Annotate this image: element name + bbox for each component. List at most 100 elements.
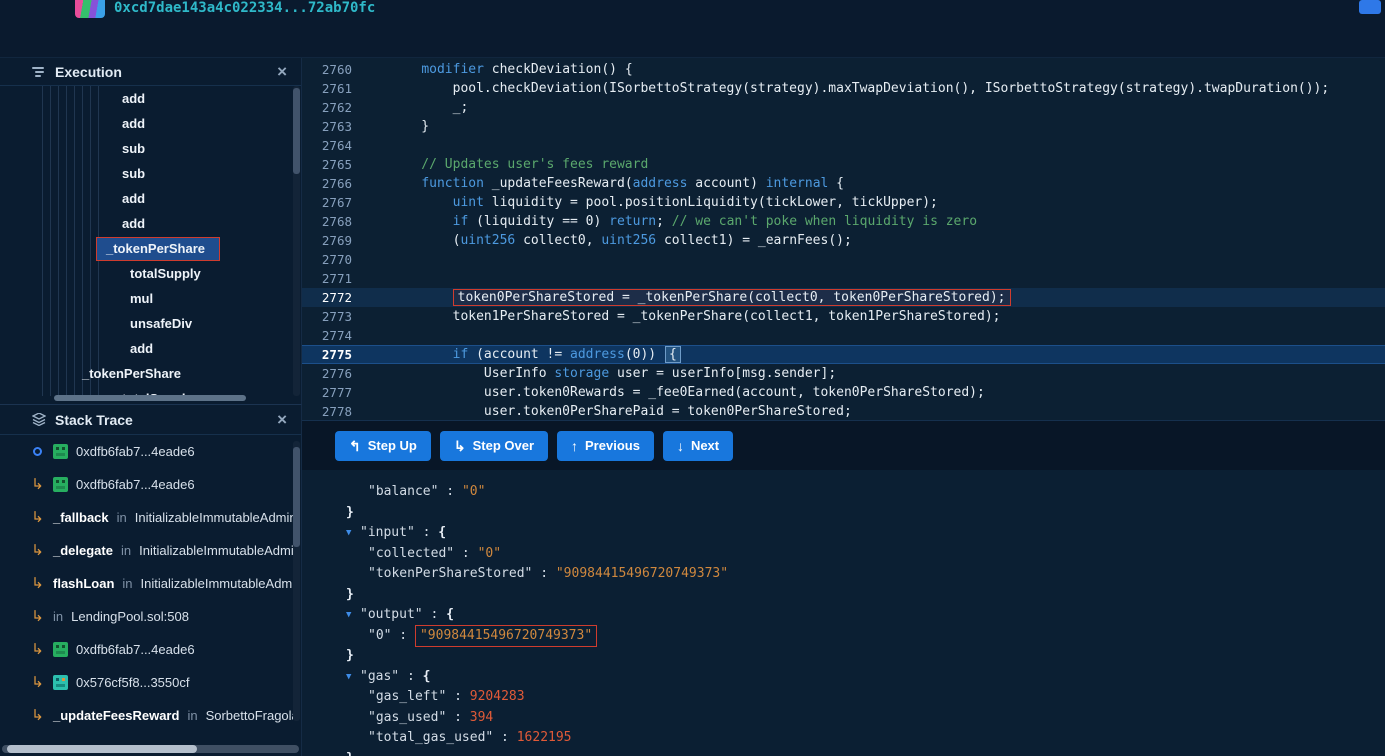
code-text: // Updates user's fees reward — [352, 155, 648, 174]
stack-horizontal-scrollbar[interactable] — [2, 745, 299, 753]
code-text: UserInfo storage user = userInfo[msg.sen… — [352, 364, 836, 383]
code-line: 2761 pool.checkDeviation(ISorbettoStrate… — [302, 79, 1385, 98]
code-text: (uint256 collect0, uint256 collect1) = _… — [352, 231, 852, 250]
stack-trace-close-icon[interactable]: × — [277, 411, 287, 428]
state-line: "gas_used" : 394 — [302, 708, 1385, 729]
code-token: (liquidity == 0) — [468, 214, 610, 229]
code-line: 2768 if (liquidity == 0) return; // we c… — [302, 212, 1385, 231]
code-text: function _updateFeesReward(address accou… — [352, 174, 844, 193]
stack-trace-item[interactable]: ↳ _delegate in InitializableImmutableAdminU — [0, 534, 293, 567]
stack-trace-item[interactable]: ↳ _updateFeesReward in SorbettoFragola.sol — [0, 699, 293, 732]
keyword-token: uint256 — [460, 233, 516, 248]
execution-item[interactable]: add — [0, 336, 293, 361]
collapse-triangle-icon[interactable]: ▼ — [346, 605, 360, 626]
execution-item[interactable]: _tokenPerShare — [0, 236, 293, 261]
execution-item-label: _tokenPerShare — [82, 366, 181, 381]
browser-corner-icon[interactable] — [1359, 0, 1381, 14]
execution-item[interactable]: sub — [0, 161, 293, 186]
state-key: "gas_used" — [368, 709, 447, 725]
return-arrow-icon: ↳ — [30, 477, 45, 492]
line-number[interactable]: 2763 — [302, 117, 352, 136]
line-number[interactable]: 2768 — [302, 212, 352, 231]
contract-teal-icon — [53, 675, 68, 690]
scrollbar-thumb[interactable] — [293, 447, 300, 547]
execution-vertical-scrollbar[interactable] — [293, 86, 300, 396]
line-number[interactable]: 2775 — [302, 345, 352, 364]
execution-item[interactable]: mul — [0, 286, 293, 311]
line-number[interactable]: 2765 — [302, 155, 352, 174]
contract-avatar[interactable] — [75, 0, 105, 18]
stack-frame-address: 0xdfb6fab7...4eade6 — [76, 444, 195, 459]
line-number[interactable]: 2776 — [302, 364, 352, 383]
code-text: if (account != address(0)) { — [352, 345, 681, 364]
execution-item[interactable]: add — [0, 111, 293, 136]
stack-trace-item[interactable]: ↳ 0xdfb6fab7...4eade6 — [0, 633, 293, 666]
line-number[interactable]: 2772 — [302, 288, 352, 307]
previous-button[interactable]: ↑ Previous — [557, 430, 654, 461]
scrollbar-thumb[interactable] — [7, 745, 197, 753]
return-arrow-icon: ↳ — [30, 543, 45, 558]
execution-panel: Execution × add add sub sub add add _tokenPerS… — [0, 58, 302, 404]
execution-item[interactable]: totalSupply — [0, 261, 293, 286]
stack-trace-item[interactable]: ↳ 0x576cf5f8...3550cf — [0, 666, 293, 699]
step-up-button[interactable]: ↰ Step Up — [335, 430, 431, 461]
code-token: user = userInfo[msg.sender]; — [609, 366, 837, 381]
scrollbar-thumb[interactable] — [54, 395, 246, 401]
stack-frame-conjunction: in — [53, 609, 64, 624]
line-number[interactable]: 2767 — [302, 193, 352, 212]
line-number[interactable]: 2762 — [302, 98, 352, 117]
stack-trace-item[interactable]: ↳ 0xdfb6fab7...4eade6 — [0, 468, 293, 501]
stack-trace-title: Stack Trace — [55, 411, 133, 428]
code-line: 2771 — [302, 269, 1385, 288]
line-number[interactable]: 2760 — [302, 60, 352, 79]
execution-item[interactable]: add — [0, 186, 293, 211]
execution-item[interactable]: unsafeDiv — [0, 311, 293, 336]
execution-close-icon[interactable]: × — [277, 63, 287, 80]
state-key: "0" — [368, 627, 392, 643]
execution-item[interactable]: add — [0, 86, 293, 111]
stack-trace-item[interactable]: ↳ _fallback in InitializableImmutableAdminU… — [0, 501, 293, 534]
arrow-glyph: ↳ — [31, 641, 44, 658]
stack-trace-item[interactable]: ↳ flashLoan in InitializableImmutableAdminU — [0, 567, 293, 600]
scrollbar-thumb[interactable] — [293, 88, 300, 174]
arrow-glyph: ↳ — [31, 476, 44, 493]
contract-green-icon — [53, 444, 68, 459]
stack-trace-item[interactable]: 0xdfb6fab7...4eade6 — [0, 435, 293, 468]
collapse-triangle-icon[interactable]: ▼ — [346, 667, 360, 688]
stack-frame-function: _delegate — [53, 543, 113, 558]
code-text: token0PerShareStored = _tokenPerShare(co… — [352, 288, 1011, 307]
contract-address-link[interactable]: 0xcd7dae143a4c022334...72ab70fc — [114, 0, 375, 16]
next-icon: ↓ — [676, 437, 684, 454]
line-number[interactable]: 2773 — [302, 307, 352, 326]
line-number[interactable]: 2770 — [302, 250, 352, 269]
step-up-icon: ↰ — [349, 437, 361, 454]
line-number[interactable]: 2771 — [302, 269, 352, 288]
stack-frame-contract: InitializableImmutableAdminU — [140, 576, 293, 591]
line-number[interactable]: 2774 — [302, 326, 352, 345]
execution-item-label: add — [122, 191, 146, 206]
execution-item[interactable]: add — [0, 211, 293, 236]
state-key: "balance" — [368, 484, 439, 499]
step-over-button[interactable]: ↳ Step Over — [439, 430, 549, 461]
execution-item[interactable]: sub — [0, 136, 293, 161]
execution-item-label: totalSupply — [130, 266, 201, 281]
execution-horizontal-scrollbar[interactable] — [0, 395, 301, 403]
stack-vertical-scrollbar[interactable] — [293, 441, 300, 721]
stack-trace-item[interactable]: ↳ in LendingPool.sol:508 — [0, 600, 293, 633]
code-token: } — [390, 119, 430, 134]
collapse-triangle-icon[interactable]: ▼ — [346, 523, 360, 544]
execution-item-label: _tokenPerShare — [96, 236, 220, 261]
line-number[interactable]: 2769 — [302, 231, 352, 250]
next-button[interactable]: ↓ Next — [662, 430, 734, 461]
execution-item-label: sub — [122, 166, 146, 181]
code-line: 2763 } — [302, 117, 1385, 136]
line-number[interactable]: 2764 — [302, 136, 352, 155]
line-number[interactable]: 2761 — [302, 79, 352, 98]
line-number[interactable]: 2778 — [302, 402, 352, 420]
line-number[interactable]: 2777 — [302, 383, 352, 402]
line-number[interactable]: 2766 — [302, 174, 352, 193]
execution-item[interactable]: _tokenPerShare — [0, 361, 293, 386]
code-text: _; — [352, 98, 469, 117]
